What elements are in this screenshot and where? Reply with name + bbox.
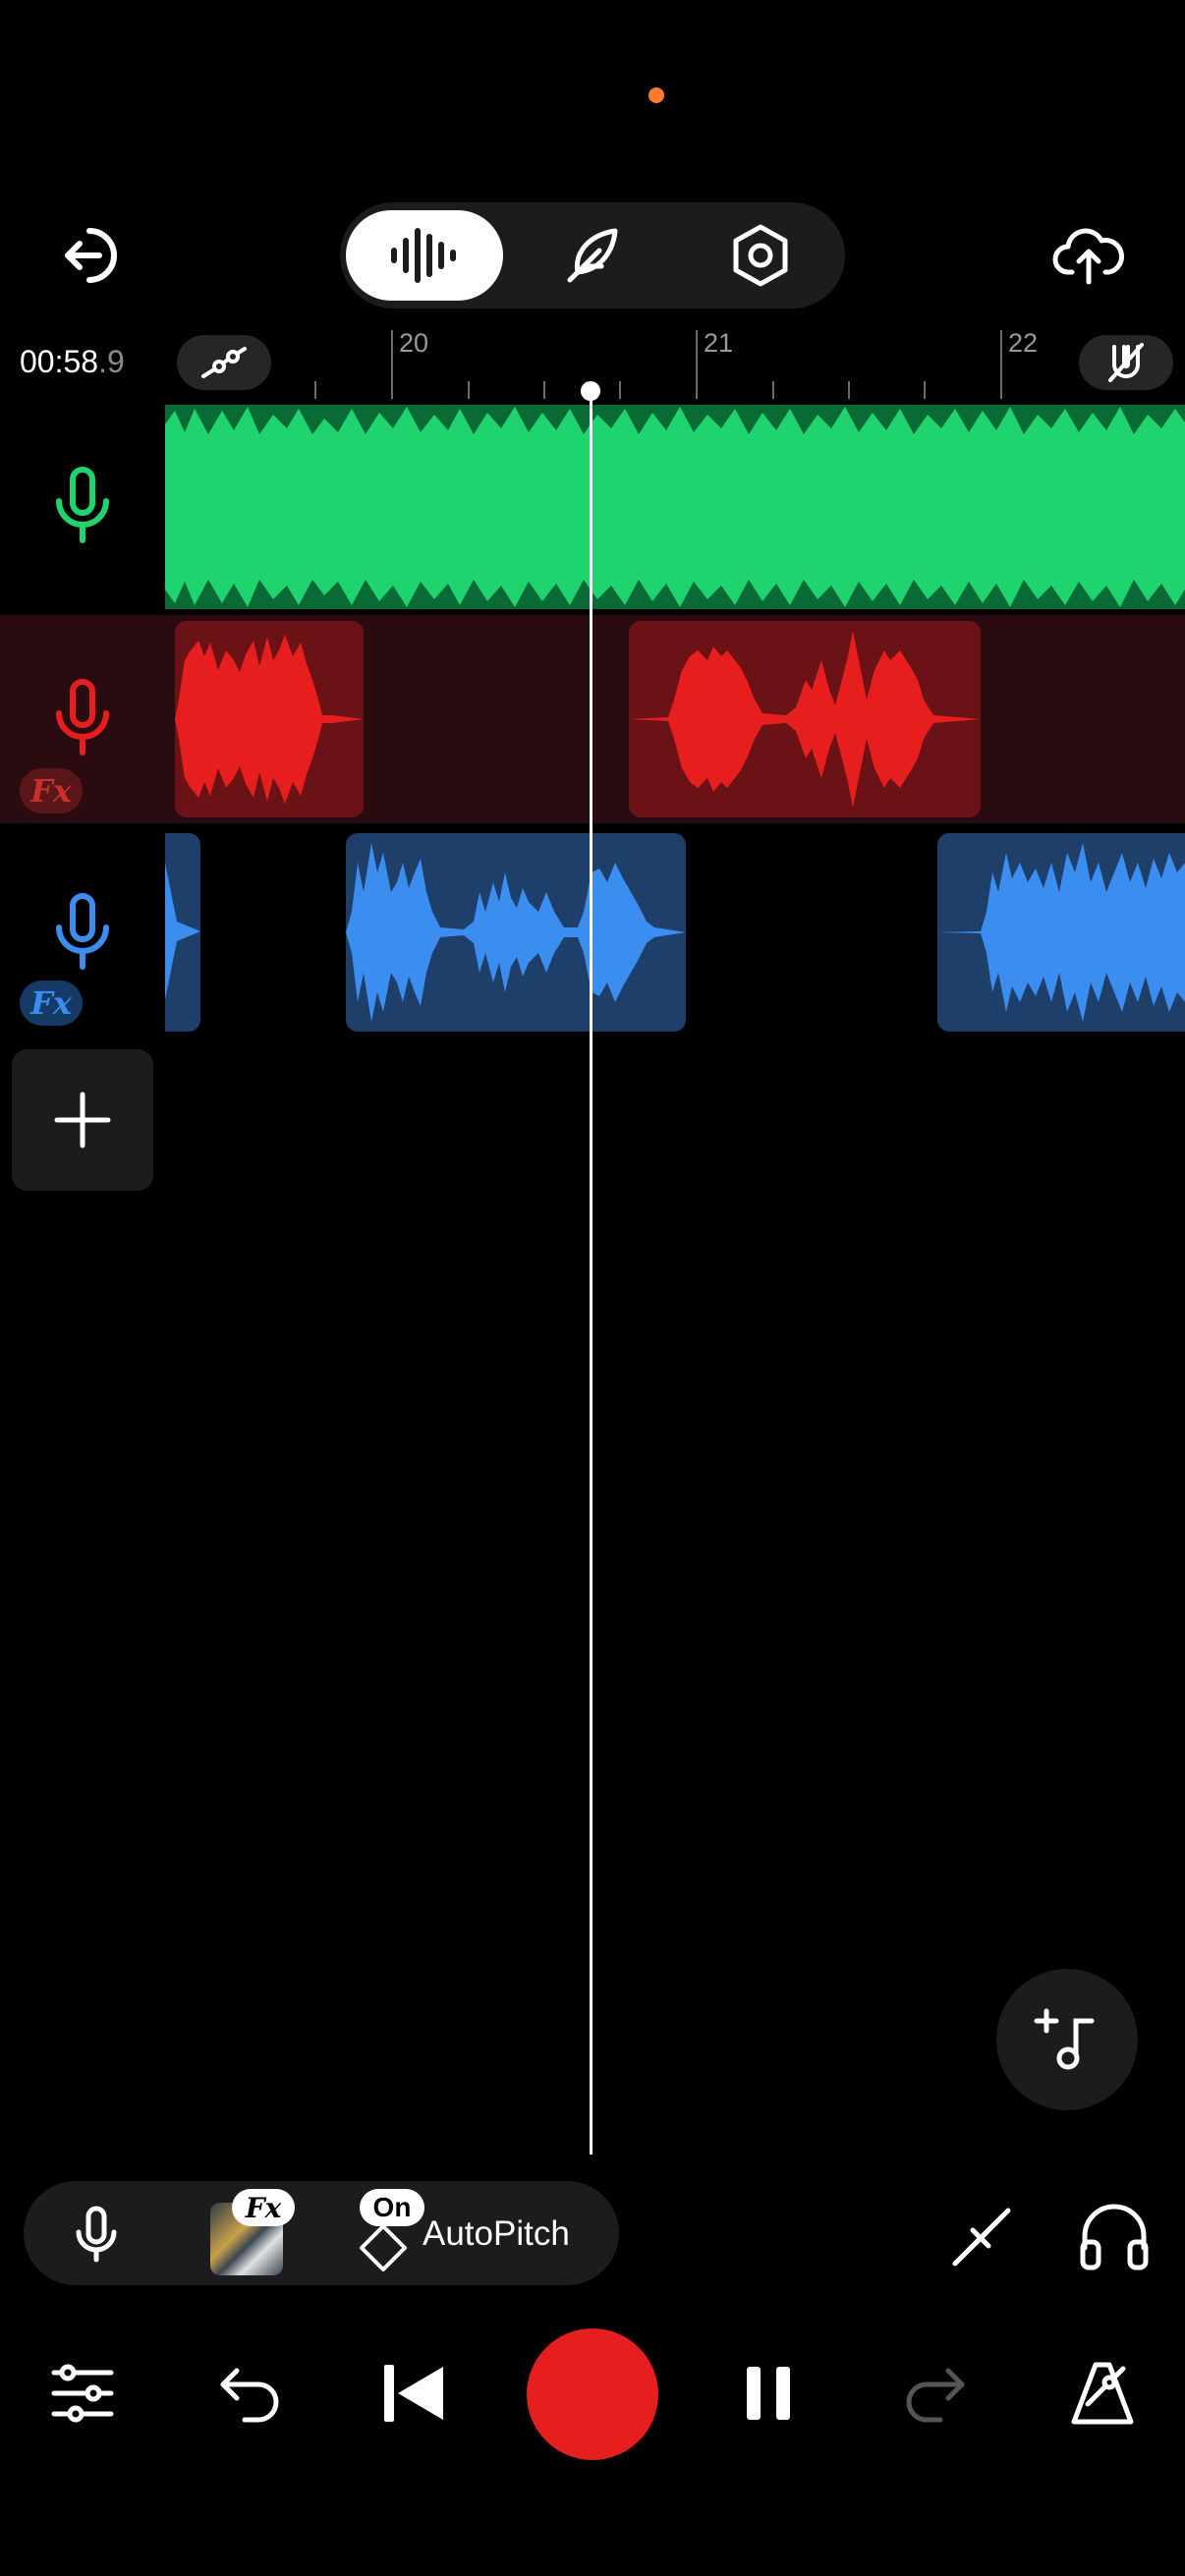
track-1-mic-button[interactable] — [47, 466, 118, 544]
automation-curve-icon — [201, 347, 247, 378]
track-2-clip-1[interactable] — [175, 621, 364, 817]
ruler-minor-tick — [772, 381, 774, 399]
time-main: 00:58 — [20, 344, 99, 379]
ruler-minor-tick — [619, 381, 621, 399]
exit-icon — [65, 228, 117, 283]
hex-settings-icon — [733, 224, 788, 287]
track-3-clip-2[interactable] — [346, 833, 686, 1032]
skip-back-icon — [384, 2365, 443, 2422]
ruler-minor-tick — [314, 381, 316, 399]
track-3-clip-1-waveform — [165, 863, 200, 1000]
track-1-waveform — [165, 407, 1185, 607]
input-mic-button[interactable] — [69, 2205, 124, 2264]
ruler-bar-21: 21 — [704, 328, 734, 358]
track-3-clip-3[interactable] — [937, 833, 1185, 1032]
track-3-mic-button[interactable] — [47, 892, 118, 971]
pause-icon — [747, 2367, 790, 2420]
headphones-button[interactable] — [1077, 2199, 1152, 2273]
track-2-clip-2-waveform — [629, 631, 981, 808]
ruler-bar-22: 22 — [1008, 328, 1039, 358]
tuning-fork-icon — [952, 2208, 1011, 2267]
redo-button[interactable] — [876, 2334, 994, 2452]
undo-icon — [220, 2368, 279, 2423]
record-button[interactable] — [527, 2328, 658, 2460]
ruler-minor-tick — [468, 381, 470, 399]
tuner-button[interactable] — [947, 2201, 1018, 2271]
track-2-clip-2[interactable] — [629, 621, 981, 817]
waveform-icon — [391, 228, 456, 283]
track-1-clip[interactable] — [165, 405, 1185, 609]
autopitch-tag-icon-wrap — [356, 2220, 411, 2275]
add-music-icon — [1034, 2008, 1095, 2070]
track-2-mic-button[interactable] — [47, 678, 118, 756]
tag-icon — [360, 2224, 407, 2271]
cloud-upload-icon — [1052, 228, 1124, 285]
playhead-handle[interactable] — [581, 381, 600, 401]
mode-waveform-button[interactable] — [346, 210, 503, 301]
ruler-minor-tick — [924, 381, 926, 399]
track-2-fx-badge[interactable]: Fx — [20, 768, 83, 813]
autopitch-on-badge: On — [360, 2189, 424, 2226]
mode-settings-button[interactable] — [682, 210, 839, 301]
recording-indicator-dot — [649, 87, 664, 103]
plus-icon — [54, 1092, 111, 1148]
ruler-bar-20: 20 — [399, 328, 429, 358]
metronome-button[interactable] — [1044, 2334, 1161, 2452]
microphone-icon — [56, 679, 109, 756]
track-2-clip-1-waveform — [175, 635, 364, 804]
fx-badge: Fx — [232, 2189, 295, 2226]
exit-button[interactable] — [47, 208, 141, 303]
track-3: Fx — [0, 829, 1185, 1036]
snap-toggle-button[interactable] — [1079, 335, 1173, 390]
autopitch-label[interactable]: AutoPitch — [423, 2214, 570, 2254]
skip-to-start-button[interactable] — [356, 2334, 474, 2452]
track-1 — [0, 405, 1185, 609]
metronome-icon — [1071, 2362, 1134, 2425]
microphone-icon — [56, 893, 109, 970]
time-display: 00:58.9 — [20, 344, 125, 380]
magnet-off-icon — [1108, 343, 1144, 382]
add-track-button[interactable] — [12, 1049, 153, 1191]
track-3-clip-2-waveform — [346, 843, 686, 1022]
headphones-icon — [1080, 2204, 1149, 2270]
feather-icon — [567, 228, 618, 283]
track-2: Fx — [0, 615, 1185, 823]
ruler-major-tick — [391, 330, 393, 399]
ruler-minor-tick — [543, 381, 545, 399]
mode-feather-button[interactable] — [514, 210, 671, 301]
ruler-major-tick — [696, 330, 698, 399]
time-fraction: .9 — [98, 344, 125, 379]
cloud-upload-button[interactable] — [1042, 208, 1136, 303]
playhead-line[interactable] — [590, 391, 592, 2155]
ruler-major-tick — [1000, 330, 1002, 399]
sliders-icon — [51, 2364, 114, 2423]
redo-icon — [906, 2368, 965, 2423]
track-3-fx-badge[interactable]: Fx — [20, 980, 83, 1026]
add-music-button[interactable] — [996, 1969, 1138, 2110]
track-3-clip-3-waveform — [937, 843, 1185, 1022]
mode-switcher — [340, 202, 845, 308]
undo-button[interactable] — [191, 2334, 309, 2452]
microphone-icon — [76, 2206, 117, 2263]
track-3-clip-1[interactable] — [165, 833, 200, 1032]
ruler-minor-tick — [848, 381, 850, 399]
pause-button[interactable] — [709, 2334, 827, 2452]
microphone-icon — [56, 467, 109, 543]
automation-button[interactable] — [177, 335, 271, 390]
mixer-button[interactable] — [24, 2334, 141, 2452]
